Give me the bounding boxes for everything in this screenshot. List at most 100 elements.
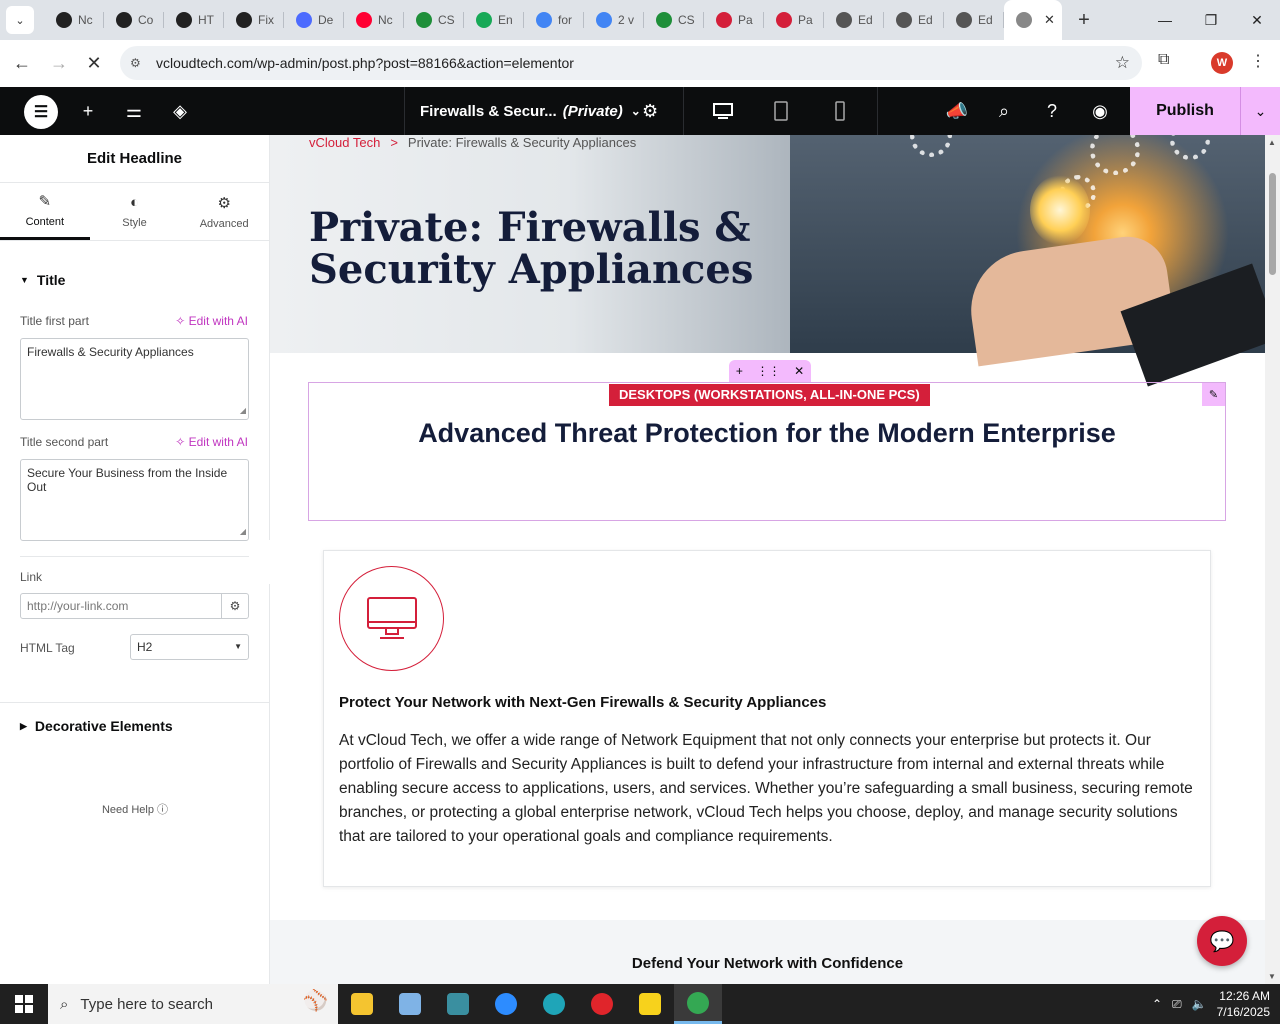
browser-menu-icon[interactable]: ⋮ [1250,51,1266,71]
taskbar-app-file-explorer[interactable] [338,984,386,1024]
drag-handle-icon[interactable]: ⋮⋮ [756,364,780,378]
taskbar-app-opera[interactable] [578,984,626,1024]
preview-button[interactable]: ◉ [1085,87,1115,135]
title-first-part-field[interactable]: Firewalls & Security Appliances ◢ [20,338,249,420]
browser-tab[interactable]: Nc [44,0,104,40]
browser-tab[interactable]: for [524,0,584,40]
resize-handle-icon[interactable]: ◢ [240,404,246,418]
link-options-button[interactable]: ⚙ [221,593,249,619]
title-section-toggle[interactable]: ▼ Title [0,272,65,288]
browser-tab[interactable]: HT [164,0,224,40]
volume-icon[interactable]: 🔈 [1192,997,1207,1011]
tablet-device-button[interactable] [769,97,793,125]
taskbar-app-paint[interactable] [386,984,434,1024]
page-settings-gear-icon[interactable]: ⚙ [642,101,658,122]
tab-search-button[interactable]: ⌄ [6,6,34,34]
scrollbar-thumb[interactable] [1269,173,1276,275]
browser-tab[interactable]: Ed [884,0,944,40]
baseball-bat-icon: ⚾ [303,990,328,1012]
restore-icon: ❐ [1204,11,1218,28]
desktop-device-button[interactable] [711,97,735,125]
taskbar-search-box[interactable]: ⌕ Type here to search ⚾ [48,984,338,1024]
edit-with-ai-link-2[interactable]: ✧ Edit with AI [175,435,248,449]
selected-headline-widget[interactable]: DESKTOPS (WORKSTATIONS, ALL-IN-ONE PCS) … [308,382,1226,521]
browser-tab[interactable]: Co [104,0,164,40]
browser-tab[interactable]: Ed [824,0,884,40]
publish-button[interactable]: Publish [1130,87,1240,135]
site-info-icon[interactable]: ⚙ [130,56,150,70]
notifications-button[interactable]: 📣 [942,87,972,135]
tab-advanced[interactable]: ⚙ Advanced [179,183,269,240]
close-tab-icon[interactable]: ✕ [1044,12,1055,28]
title-second-part-value: Secure Your Business from the Inside Out [27,466,228,494]
minimize-button[interactable]: — [1142,0,1188,40]
opera-icon [591,993,613,1015]
start-button[interactable] [0,984,48,1024]
tab-content[interactable]: ✎ Content [0,183,90,240]
network-icon[interactable]: ⎚ [1172,997,1182,1012]
elementor-logo-icon[interactable]: ☰ [24,95,58,129]
resize-handle-icon[interactable]: ◢ [240,525,246,539]
back-button[interactable]: ← [7,48,37,78]
breadcrumb-home-link[interactable]: vCloud Tech [309,135,380,150]
bookmark-star-icon[interactable]: ☆ [1115,53,1130,73]
browser-tab[interactable]: En [464,0,524,40]
extensions-icon[interactable]: ⧉ [1158,51,1169,69]
add-element-button[interactable]: + [73,87,103,135]
omnibox[interactable]: ⚙ vcloudtech.com/wp-admin/post.php?post=… [120,46,1142,80]
help-button[interactable]: ? [1037,87,1067,135]
structure-button[interactable]: ◈ [165,87,195,135]
need-help-link[interactable]: Need Help ⓘ [0,801,270,817]
chat-bubble-icon[interactable]: 💬 [1197,916,1247,966]
canvas-scrollbar[interactable]: ▲ ▼ [1265,135,1280,984]
title-section-label: Title [36,272,66,288]
edit-widget-pencil-icon[interactable]: ✎ [1202,383,1225,406]
edit-with-ai-link-1[interactable]: ✧ Edit with AI [175,314,248,328]
mobile-device-button[interactable] [828,97,852,125]
restore-button[interactable]: ❐ [1188,0,1234,40]
taskbar-app-sticky-notes[interactable] [626,984,674,1024]
decorative-section-toggle[interactable]: ▶ Decorative Elements [0,718,173,734]
clock[interactable]: 12:26 AM 7/16/2025 [1217,988,1270,1020]
browser-tab[interactable]: 2 v [584,0,644,40]
chevron-up-icon[interactable]: ⌃ [1152,997,1162,1011]
taskbar-app-app-green[interactable] [434,984,482,1024]
question-icon: ? [1046,100,1057,121]
finder-button[interactable]: ⌕ [989,87,1019,135]
browser-tab[interactable]: Nc [344,0,404,40]
scroll-down-icon[interactable]: ▼ [1268,972,1276,981]
title-second-part-field[interactable]: Secure Your Business from the Inside Out… [20,459,249,541]
browser-tab[interactable]: Pa [764,0,824,40]
elementor-top-bar: ☰ + ⚌ ◈ Firewalls & Secur... (Private) ⌄… [0,87,1280,135]
browser-tab[interactable]: Fix [224,0,284,40]
stop-loading-button[interactable]: ✕ [79,48,109,78]
chevron-down-icon: ⌄ [630,104,641,118]
browser-tab[interactable]: CS [644,0,704,40]
tab-style[interactable]: ◐ Style [90,183,180,240]
close-window-button[interactable]: ✕ [1234,0,1280,40]
browser-tab[interactable]: De [284,0,344,40]
browser-tab[interactable]: Ed [944,0,1004,40]
new-tab-button[interactable]: + [1070,6,1098,34]
taskbar-app-chrome[interactable] [674,984,722,1024]
eye-icon: ◉ [1092,100,1108,121]
url-text[interactable]: vcloudtech.com/wp-admin/post.php?post=88… [156,55,574,71]
wordpress-icon [956,12,972,28]
html-tag-select[interactable]: H2 ▼ [130,634,249,660]
scroll-up-icon[interactable]: ▲ [1268,138,1276,147]
taskbar-app-edge[interactable] [530,984,578,1024]
add-widget-plus-icon[interactable]: + [736,364,743,378]
taskbar-app-zoom[interactable] [482,984,530,1024]
browser-tab[interactable]: Pa [704,0,764,40]
link-input[interactable]: http://your-link.com [20,593,222,619]
loading-icon [1016,12,1032,28]
forward-button[interactable]: → [44,48,74,78]
delete-widget-close-icon[interactable]: ✕ [794,364,804,378]
preview-canvas: vCloud Tech > Private: Firewalls & Securit… [270,135,1265,984]
publish-options-button[interactable]: ⌄ [1240,87,1280,135]
active-browser-tab[interactable]: ✕ [1004,0,1062,40]
browser-tab[interactable]: CS [404,0,464,40]
profile-avatar[interactable]: W [1211,52,1233,74]
megaphone-icon: 📣 [945,100,969,121]
site-settings-button[interactable]: ⚌ [119,87,149,135]
